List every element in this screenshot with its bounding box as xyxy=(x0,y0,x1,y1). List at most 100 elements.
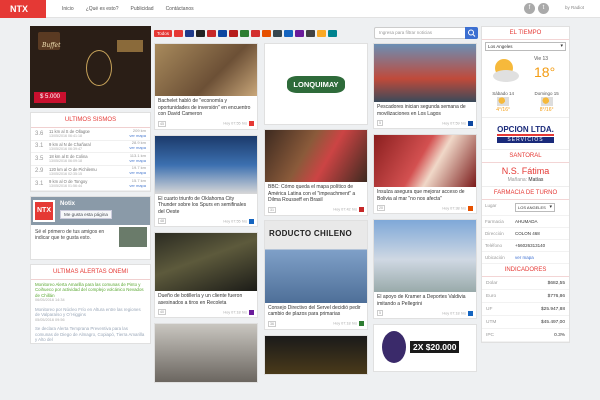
source-icon[interactable] xyxy=(174,29,184,37)
twitter-icon[interactable]: t xyxy=(538,3,549,14)
alert-text[interactable]: Monitoreo por Núcleo Frío en Altura entr… xyxy=(35,307,141,318)
pl-ad[interactable]: 2X $20.000 xyxy=(373,324,477,372)
alerts-panel: ULTIMAS ALERTAS ONEMI Monitoreo Alerta A… xyxy=(30,263,151,344)
quake-map-link[interactable]: ver mapa xyxy=(120,158,146,164)
source-icon[interactable] xyxy=(306,29,316,37)
fb-page-name[interactable]: Notix xyxy=(60,201,75,207)
indicator-row: Dolar $682,55 xyxy=(482,277,569,290)
quake-place: 120 km al O de Pichilemu 13/05/2016 02:35… xyxy=(49,167,120,176)
quake-map-link[interactable]: ver mapa xyxy=(120,133,146,139)
news-image xyxy=(155,233,257,291)
saint-tomorrow-label: Mañana: xyxy=(507,177,528,183)
logo[interactable]: NTX xyxy=(0,0,46,18)
news-card[interactable] xyxy=(264,334,368,375)
news-column-2: LONQUIMAY BBC: Cómo queda el mapa políti… xyxy=(264,43,368,375)
news-card[interactable]: Insulza asegura que mejorar acceso de Bo… xyxy=(373,134,477,214)
news-title[interactable]: El cuarto triunfo de Oklahoma City Thund… xyxy=(155,194,257,218)
source-icon xyxy=(468,310,473,316)
saint-header: SANTORAL xyxy=(482,150,569,163)
alert-item[interactable]: Monitoreo por Núcleo Frío en Altura entr… xyxy=(31,305,150,325)
news-card[interactable]: El cuarto triunfo de Oklahoma City Thund… xyxy=(154,134,258,227)
news-card[interactable]: RODUCTO CHILENO Consejo Directivo del Se… xyxy=(264,219,368,330)
lugar-select[interactable]: LOS ANGELES xyxy=(515,203,555,212)
pharmacy-value[interactable]: ver mapa xyxy=(515,255,534,260)
news-card[interactable]: El apoyo de Kramer a Deportes Valdivia i… xyxy=(373,219,477,319)
alert-text[interactable]: Se declara Alerta Temprana Preventiva pa… xyxy=(35,326,144,342)
quake-row[interactable]: 3.1 9 km al N de Chañaral 13/05/2016 06:39… xyxy=(31,141,150,153)
news-image: RODUCTO CHILENO xyxy=(265,220,367,303)
quake-map-link[interactable]: ver mapa xyxy=(120,183,146,189)
nav-contactanos[interactable]: Contáctanos xyxy=(166,6,194,12)
search-input[interactable]: Ingresa para filtrar noticias xyxy=(374,27,478,39)
source-icon[interactable] xyxy=(196,29,206,37)
news-card[interactable]: Pescadores inician segunda semana de mov… xyxy=(373,43,477,129)
ad-price: 2X $20.000 xyxy=(410,341,460,353)
source-icon[interactable] xyxy=(251,29,261,37)
quake-row[interactable]: 2.9 120 km al O de Pichilemu 13/05/2016 02… xyxy=(31,166,150,178)
news-title[interactable]: Pescadores inician segunda semana de mov… xyxy=(374,102,476,119)
quake-distance: 209 km ver mapa xyxy=(120,128,146,139)
weather-temp: 18° xyxy=(534,64,556,80)
source-icon[interactable] xyxy=(273,29,283,37)
fb-friend-image xyxy=(119,226,147,247)
quake-row[interactable]: 3.5 18 km al E de Colina 13/05/2016 06:09:… xyxy=(31,153,150,166)
comment-count: 5 xyxy=(377,120,383,126)
right-column: EL TIEMPO Los Angeles Vie 13 18° Sábado … xyxy=(481,26,570,343)
indicators-header: INDICADORES xyxy=(482,264,569,277)
news-image xyxy=(374,220,476,292)
news-title[interactable]: BBC: Cómo queda el mapa político de Amér… xyxy=(265,182,367,206)
quake-row[interactable]: 3.6 11 km al S de Ollagüe 13/05/2016 06:41… xyxy=(31,128,150,141)
news-card[interactable]: BBC: Cómo queda el mapa político de Amér… xyxy=(264,129,368,216)
nav-publicidad[interactable]: Publicidad xyxy=(130,6,153,12)
indicator-name: Euro xyxy=(486,293,497,299)
source-icon[interactable] xyxy=(207,29,217,37)
quake-magnitude: 3.1 xyxy=(35,143,44,150)
sponsor-ad[interactable]: OPCION LTDA. SERVICIOS xyxy=(482,118,569,150)
news-card[interactable]: Dueño de botillería y un cliente fueron … xyxy=(154,232,258,318)
quake-row[interactable]: 3.1 9 km al O de Tongoy 13/05/2016 01:56:4… xyxy=(31,178,150,191)
sun-cloud-icon xyxy=(540,97,553,106)
news-time: Hoy 07:18 hrs xyxy=(223,310,247,314)
nav-inicio[interactable]: Inicio xyxy=(62,6,74,12)
news-column-1: Bachelet habló de "economía y oportunida… xyxy=(154,43,258,383)
nav-que-es-esto[interactable]: ¿Qué es esto? xyxy=(86,6,119,12)
news-title[interactable]: Bachelet habló de "economía y oportunida… xyxy=(155,96,257,120)
lonquimay-logo: LONQUIMAY xyxy=(287,75,345,93)
filter-todos[interactable]: Todos xyxy=(154,29,173,37)
source-icon[interactable] xyxy=(229,29,239,37)
source-icon[interactable] xyxy=(328,29,338,37)
buffet-ad[interactable]: Buffet $ 5.000 xyxy=(30,26,151,108)
news-title[interactable]: El apoyo de Kramer a Deportes Valdivia i… xyxy=(374,292,476,309)
quake-map-link[interactable]: ver mapa xyxy=(120,170,146,176)
source-icon[interactable] xyxy=(185,29,195,37)
alert-item[interactable]: Se declara Alerta Temprana Preventiva pa… xyxy=(31,324,150,342)
pharmacy-key: Dirección xyxy=(485,231,504,236)
news-title[interactable]: Dueño de botillería y un cliente fueron … xyxy=(155,291,257,308)
alert-item[interactable]: Monitoreo Alerta Amarilla para las comun… xyxy=(31,280,150,305)
lonquimay-ad[interactable]: LONQUIMAY xyxy=(264,43,368,125)
fb-avatar[interactable]: NTX xyxy=(33,199,55,222)
facebook-icon[interactable]: f xyxy=(524,3,535,14)
source-icon[interactable] xyxy=(240,29,250,37)
source-icon xyxy=(468,120,473,126)
search-button[interactable] xyxy=(465,27,478,39)
news-image xyxy=(265,130,367,182)
news-card[interactable] xyxy=(154,323,258,383)
fb-like-button[interactable]: Me gusta esta página xyxy=(60,209,112,219)
source-icon[interactable] xyxy=(317,29,327,37)
quake-place: 9 km al O de Tongoy 13/05/2016 01:56:44 xyxy=(49,179,120,188)
city-select[interactable]: Los Angeles xyxy=(485,42,566,51)
ad-image xyxy=(382,331,406,363)
news-card[interactable]: Bachelet habló de "economía y oportunida… xyxy=(154,43,258,130)
quake-distance: 113.1 km ver mapa xyxy=(120,153,146,164)
news-title[interactable]: Consejo Directivo del Servel decidió ped… xyxy=(265,303,367,320)
alert-text[interactable]: Monitoreo Alerta Amarilla para las comun… xyxy=(35,282,144,298)
source-icon[interactable] xyxy=(218,29,228,37)
news-title[interactable]: Insulza asegura que mejorar acceso de Bo… xyxy=(374,187,476,204)
source-icon xyxy=(249,309,254,315)
source-icon[interactable] xyxy=(284,29,294,37)
quake-magnitude: 3.5 xyxy=(35,155,44,162)
source-icon[interactable] xyxy=(295,29,305,37)
source-icon[interactable] xyxy=(262,29,272,37)
quake-map-link[interactable]: ver mapa xyxy=(120,145,146,151)
